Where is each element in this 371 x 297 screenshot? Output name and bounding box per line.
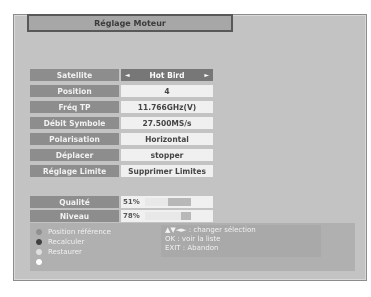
hint-line: EXIT : Abandon [165, 244, 219, 252]
legend-item-reference: Position référence [36, 227, 111, 237]
hint-line: OK : voir la liste [165, 235, 221, 243]
legend-item-blank [36, 257, 48, 267]
polarisation-field[interactable]: Horizontal [121, 133, 213, 145]
field-label-symbol-rate: Débit Symbole [30, 117, 119, 129]
limit-field[interactable]: Supprimer Limites [121, 165, 213, 177]
white-circle-icon [36, 259, 42, 265]
field-label-position: Position [30, 85, 119, 97]
field-label-freq-tp: Fréq TP [30, 101, 119, 113]
level-label: Niveau [30, 210, 119, 222]
level-meter: 78% [121, 210, 213, 222]
left-arrow-icon[interactable]: ◄ [125, 72, 130, 79]
field-label-satellite: Satellite [30, 69, 119, 81]
hint-line: ▲▼◄► : changer sélection [165, 226, 256, 234]
gray-circle-icon [36, 229, 42, 235]
light-circle-icon [36, 249, 42, 255]
freq-tp-field[interactable]: 11.766GHz(V) [121, 101, 213, 113]
legend-item-recalculate: Recalculer [36, 237, 84, 247]
move-field[interactable]: stopper [121, 149, 213, 161]
satellite-selector[interactable]: ◄ Hot Bird ► [121, 69, 213, 81]
legend-label: Position référence [48, 228, 111, 236]
satellite-value: Hot Bird [149, 70, 185, 80]
legend-item-restore: Restaurer [36, 247, 82, 257]
quality-meter: 51% [121, 196, 213, 208]
field-label-polarisation: Polarisation [30, 133, 119, 145]
position-field[interactable]: 4 [121, 85, 213, 97]
osd-screen: Réglage Moteur Satellite ◄ Hot Bird ► Po… [0, 0, 371, 297]
quality-percent: 51% [123, 198, 140, 206]
key-hints: ▲▼◄► : changer sélection OK : voir la li… [161, 225, 321, 257]
legend-label: Restaurer [48, 248, 82, 256]
right-arrow-icon[interactable]: ► [204, 72, 209, 79]
level-bar-fill [145, 212, 181, 220]
field-label-limit: Réglage Limite [30, 165, 119, 177]
quality-bar [145, 198, 191, 206]
page-title: Réglage Moteur [27, 14, 233, 32]
field-label-move: Déplacer [30, 149, 119, 161]
quality-bar-fill [145, 198, 169, 206]
legend-box: Position référence Recalculer Restaurer … [30, 223, 355, 271]
dark-circle-icon [36, 239, 42, 245]
quality-label: Qualité [30, 196, 119, 208]
level-percent: 78% [123, 212, 140, 220]
legend-label: Recalculer [48, 238, 85, 246]
level-bar [145, 212, 191, 220]
symbol-rate-field[interactable]: 27.500MS/s [121, 117, 213, 129]
